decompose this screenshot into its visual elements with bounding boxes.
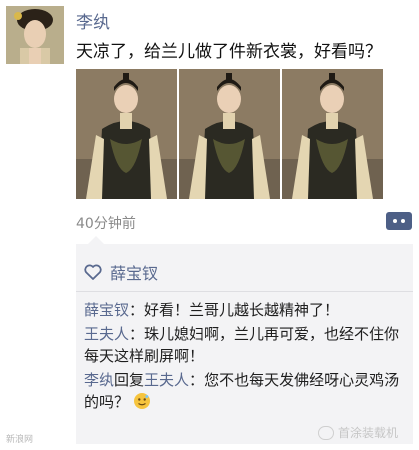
comment-separator: ： (129, 325, 145, 343)
comment-separator: ： (129, 301, 145, 319)
watermark-right: 首涂装载机 (318, 424, 398, 441)
interaction-panel: 薛宝钗 薛宝钗：好看！兰哥儿越长越精神了！ 王夫人：珠儿媳妇啊，兰儿再可爱，也经… (76, 236, 413, 444)
avatar[interactable] (6, 6, 64, 64)
emoji-icon (133, 393, 150, 409)
comment-author[interactable]: 王夫人 (84, 325, 129, 343)
like-user-name[interactable]: 薛宝钗 (110, 260, 158, 284)
divider (76, 291, 413, 292)
post-text: 天凉了，给兰儿做了件新衣裳，好看吗？ (76, 42, 382, 62)
comment-item[interactable]: 李纨回复王夫人：您不也每天发佛经呀心灵鸡汤的吗？ (84, 369, 407, 413)
comment-item[interactable]: 薛宝钗：好看！兰哥儿越长越精神了！ (84, 299, 407, 321)
heart-icon (84, 264, 102, 280)
post-photo-2[interactable] (179, 69, 280, 199)
photo-grid (76, 69, 383, 199)
wechat-icon (318, 425, 334, 440)
comment-list: 薛宝钗：好看！兰哥儿越长越精神了！ 王夫人：珠儿媳妇啊，兰儿再可爱，也经不住你每… (84, 299, 407, 415)
comment-author[interactable]: 薛宝钗 (84, 301, 129, 319)
watermark-left: 新浪网 (6, 435, 34, 445)
post-username[interactable]: 李纨 (76, 8, 110, 33)
panel-notch (88, 236, 104, 244)
comment-item[interactable]: 王夫人：珠儿媳妇啊，兰儿再可爱，也经不住你每天这样刷屏啊！ (84, 323, 407, 367)
comment-author[interactable]: 李纨 (84, 371, 114, 389)
reply-word: 回复 (114, 371, 145, 389)
reply-target[interactable]: 王夫人 (144, 371, 189, 389)
post-photo-1[interactable] (76, 69, 177, 199)
comment-text: 好看！兰哥儿越长越精神了！ (144, 301, 340, 319)
likes-row: 薛宝钗 (84, 260, 158, 284)
watermark-right-text: 首涂装载机 (338, 426, 399, 440)
avatar-image (6, 6, 64, 64)
post-photo-3[interactable] (282, 69, 383, 199)
comment-separator: ： (189, 371, 205, 389)
post-time: 40分钟前 (76, 216, 136, 232)
more-icon[interactable] (386, 212, 412, 230)
